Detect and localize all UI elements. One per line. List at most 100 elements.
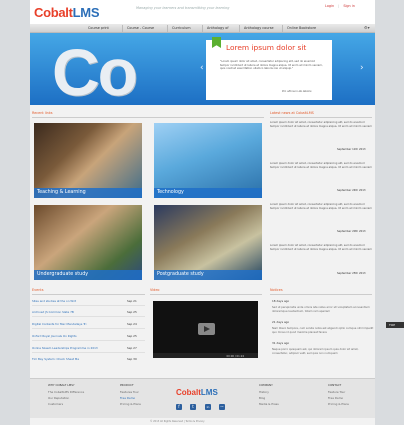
hero-quote-card: Lorem ipsum dolor sit "Lorem ipsum dolor… — [206, 40, 332, 100]
news-item[interactable]: Lorem ipsum dolor sit amet, consectetur … — [270, 244, 372, 253]
hero-banner: Co ‹ › Lorem ipsum dolor sit "Lorem ipsu… — [30, 33, 375, 105]
footer-link[interactable]: Blog — [259, 396, 279, 400]
news-item[interactable]: Lorem ipsum dolor sit amet, consectetur … — [270, 121, 372, 130]
news-date: September 20th 2013 — [337, 230, 366, 233]
footer-link[interactable]: Our Reputation — [48, 396, 84, 400]
twitter-icon[interactable]: t — [190, 404, 196, 410]
footer-logo-lms: LMS — [200, 388, 218, 397]
hero-signature: Pro ultimum de laboris — [282, 90, 312, 93]
event-date: Sep 25 — [127, 334, 137, 338]
hero-text: "Lorem ipsum dolor sit amet, consectetur… — [220, 60, 323, 71]
chevron-left-icon[interactable]: ‹ — [200, 63, 204, 73]
event-item[interactable]: Digital Contexts for Mac Mendelleys Tri S… — [32, 322, 145, 326]
event-item[interactable]: Oxford Royal Journals On Rights Sep 25 — [32, 334, 145, 338]
event-date: Sep 21 — [127, 299, 137, 303]
footer-col-contact: CONTACT Feature Tour Free Demo Pricing &… — [328, 383, 349, 409]
signup-link[interactable]: Sign in — [343, 4, 355, 8]
divider — [32, 316, 145, 317]
event-title: Digital Contexts for Mac Mendelleys Tri — [32, 322, 87, 326]
footer-link[interactable]: Pricing & Plans — [328, 402, 349, 406]
notices-heading: Notices — [270, 288, 283, 292]
divider — [150, 294, 262, 295]
divider — [32, 117, 264, 118]
logo[interactable]: CobaltLMS — [34, 5, 99, 20]
footer-link[interactable]: Media & Press — [259, 402, 279, 406]
footer-link[interactable]: Features Tour — [120, 390, 141, 394]
hero-title: Lorem ipsum dolor sit — [226, 43, 307, 52]
footer-col-title: COMPANY — [259, 383, 273, 387]
footer-link[interactable]: The CobaltLMS Difference — [48, 390, 84, 394]
divider — [32, 305, 145, 306]
video-controls[interactable]: 00:00 / 01:24 — [153, 353, 258, 358]
tile-postgraduate-study[interactable]: Postgraduate study — [154, 205, 262, 280]
chevron-right-icon[interactable]: › — [360, 63, 364, 73]
notice-text[interactable]: Sed ut perspiciatis unde omnis iste natu… — [272, 306, 374, 314]
news-date: September 25th 2013 — [337, 272, 366, 275]
footer-col-why: WHY COBALT LMS? The CobaltLMS Difference… — [48, 383, 84, 409]
event-title: Tim Bay System: Check Sheet Me — [32, 357, 80, 361]
news-item[interactable]: Lorem ipsum dolor sit amet, consectetur … — [270, 162, 372, 171]
nav-item-curriculum[interactable]: Curriculum — [172, 26, 191, 30]
auth-links: Login | Sign in — [325, 4, 355, 8]
event-item[interactable]: Archived JS Common Slate 7B Sep 25 — [32, 310, 145, 314]
footer-link[interactable]: Feature Tour — [328, 390, 349, 394]
tile-undergraduate-study[interactable]: Undergraduate study — [34, 205, 142, 280]
footer-col-product: PRODUCT Features Tour Free Demo Pricing … — [120, 383, 141, 409]
facebook-icon[interactable]: f — [176, 404, 182, 410]
nav-item-online-bookstore[interactable]: Online Bookstore — [287, 26, 316, 30]
events-heading: Events — [32, 288, 44, 292]
back-to-top-tab[interactable]: TOP — [386, 322, 404, 328]
notice-date: 31 days ago — [272, 341, 290, 345]
video-player[interactable]: 00:00 / 01:24 — [153, 301, 258, 358]
event-item[interactable]: Tim Bay System: Check Sheet Me Sep 30 — [32, 357, 145, 361]
footer-logo[interactable]: CobaltLMS — [176, 388, 218, 397]
divider — [32, 294, 145, 295]
footer: WHY COBALT LMS? The CobaltLMS Difference… — [30, 378, 375, 418]
divider — [270, 294, 372, 295]
footer-col-company: COMPANY History Blog Media & Press — [259, 383, 279, 409]
event-title: Oxford Royal Journals On Rights — [32, 334, 77, 338]
video-time: 00:00 / 01:24 — [226, 354, 244, 358]
nav-separator — [167, 25, 168, 32]
notice-text[interactable]: Nam libero tempore, cum soluta nobis est… — [272, 327, 374, 335]
footer-col-title: WHY COBALT LMS? — [48, 383, 75, 387]
header: CobaltLMS Managing your learners and tra… — [30, 0, 375, 24]
event-item[interactable]: Sites and studies at the on Wirt Sep 21 — [32, 299, 145, 303]
nav-item-anthology[interactable]: Anthology of — [207, 26, 229, 30]
page: CobaltLMS Managing your learners and tra… — [30, 0, 375, 425]
footer-link[interactable]: Free Demo — [328, 396, 349, 400]
event-item[interactable]: Online Skeem Leaderships Programme in 20… — [32, 346, 145, 350]
tagline: Managing your learners and transmitting … — [136, 6, 230, 10]
video-heading: Video — [150, 288, 160, 292]
auth-separator: | — [338, 4, 340, 8]
news-date: September 24th 2013 — [337, 189, 366, 192]
tile-teaching-learning[interactable]: Teaching & Learning — [34, 123, 142, 198]
event-date: Sep 25 — [127, 310, 137, 314]
main-nav: Course print Course - Course Curriculum … — [30, 24, 375, 33]
notice-date: 18 days ago — [272, 299, 290, 303]
footer-link[interactable]: History — [259, 390, 279, 394]
rss-icon[interactable]: rss — [219, 404, 225, 410]
notice-date: 21 days ago — [272, 320, 290, 324]
linkedin-icon[interactable]: in — [205, 404, 211, 410]
footer-link[interactable]: Customers — [48, 402, 84, 406]
divider — [270, 117, 372, 118]
tile-caption: Undergraduate study — [34, 270, 142, 280]
tile-caption: Postgraduate study — [154, 270, 262, 280]
nav-item-course-print[interactable]: Course print — [88, 26, 109, 30]
footer-link[interactable]: Free Demo — [120, 396, 141, 400]
event-date: Sep 30 — [127, 357, 137, 361]
event-title: Archived JS Common Slate 7B — [32, 310, 74, 314]
divider — [32, 328, 145, 329]
play-icon[interactable] — [198, 323, 215, 335]
tools-icon[interactable]: ⚙▾ — [364, 25, 370, 30]
nav-item-course-course[interactable]: Course - Course — [127, 26, 154, 30]
tile-technology[interactable]: Technology — [154, 123, 262, 198]
notice-text[interactable]: Neque porro quisquam est, qui dolorem ip… — [272, 348, 374, 356]
nav-item-anthology-course[interactable]: Anthology course — [244, 26, 274, 30]
login-link[interactable]: Login — [325, 4, 334, 8]
footer-link[interactable]: Pricing & Plans — [120, 402, 141, 406]
tile-caption: Technology — [154, 188, 262, 198]
nav-separator — [202, 25, 203, 32]
news-item[interactable]: Lorem ipsum dolor sit amet, consectetur … — [270, 203, 372, 212]
